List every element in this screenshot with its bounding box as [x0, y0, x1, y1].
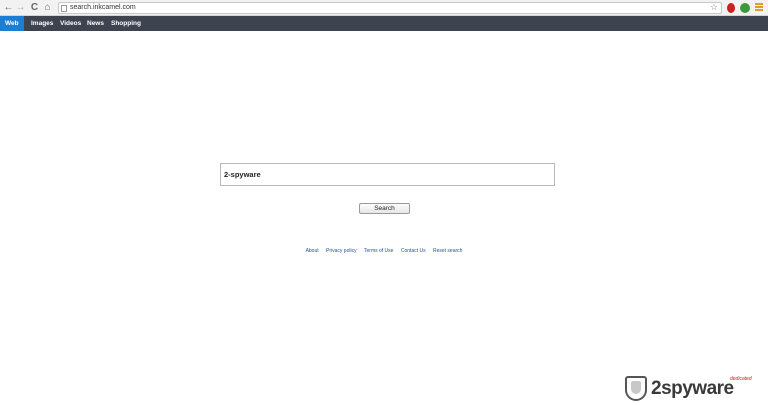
browser-toolbar: ← → C ⌂ search.inkcamel.com ☆ [0, 0, 768, 16]
watermark-text: 2spyware [651, 378, 734, 399]
footer-link-terms[interactable]: Terms of Use [364, 248, 393, 254]
footer-link-reset[interactable]: Reset search [433, 248, 462, 254]
2spyware-watermark: 2spyware dedicated [625, 375, 765, 403]
url-text[interactable]: search.inkcamel.com [70, 3, 136, 13]
reload-icon[interactable]: C [29, 2, 40, 14]
footer-link-contact[interactable]: Contact Us [401, 248, 426, 254]
footer-link-about[interactable]: About [306, 248, 319, 254]
address-bar[interactable]: search.inkcamel.com ☆ [58, 2, 722, 14]
search-input[interactable] [221, 164, 554, 185]
search-button[interactable]: Search [359, 203, 410, 214]
bookmark-star-icon[interactable]: ☆ [710, 2, 718, 13]
menu-icon[interactable] [755, 3, 763, 12]
opera-extension-icon[interactable] [727, 3, 735, 13]
back-icon[interactable]: ← [3, 2, 14, 14]
page-icon [61, 5, 67, 12]
shield-logo-icon [625, 376, 647, 401]
tab-images[interactable]: Images [31, 16, 53, 31]
tab-shopping[interactable]: Shopping [111, 16, 141, 31]
green-extension-icon[interactable] [740, 3, 750, 13]
watermark-badge: dedicated [730, 376, 752, 382]
footer-link-privacy[interactable]: Privacy policy [326, 248, 357, 254]
home-icon[interactable]: ⌂ [42, 2, 53, 14]
search-type-nav: Web Images Videos News Shopping [0, 16, 768, 31]
tab-videos[interactable]: Videos [60, 16, 81, 31]
tab-web[interactable]: Web [0, 16, 24, 31]
forward-icon[interactable]: → [15, 2, 26, 14]
footer-links: About Privacy policy Terms of Use Contac… [0, 248, 768, 254]
tab-news[interactable]: News [87, 16, 104, 31]
search-box [220, 163, 555, 186]
